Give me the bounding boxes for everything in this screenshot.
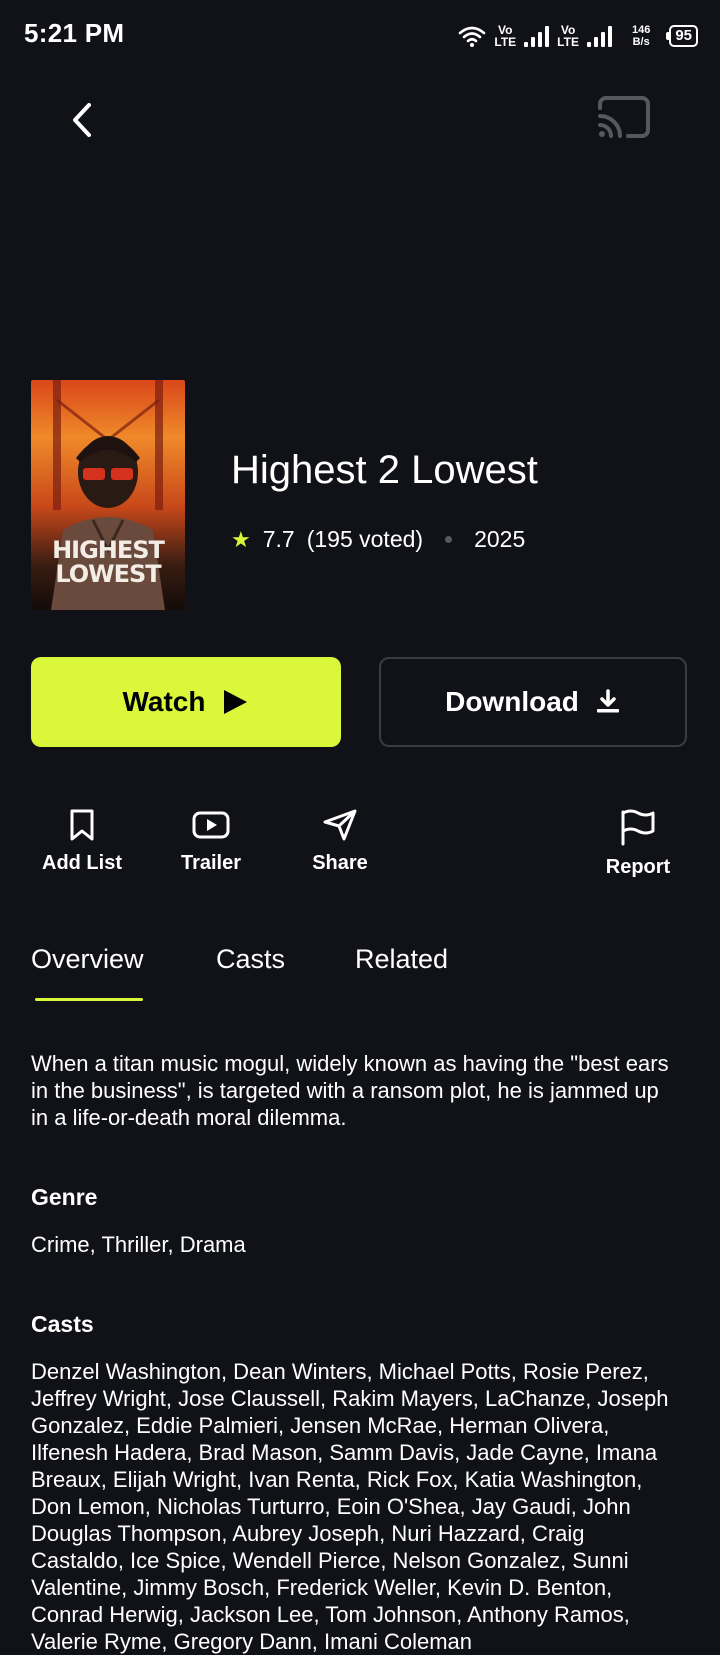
genre-list: Crime, Thriller, Drama (31, 1232, 246, 1257)
network-speed: 146 B/s (631, 24, 651, 48)
tab-casts[interactable]: Casts (216, 944, 285, 975)
movie-description: When a titan music mogul, widely known a… (31, 1051, 669, 1130)
send-icon (323, 809, 357, 841)
tab-active-indicator (35, 998, 143, 1001)
rating-value: 7.7 (262, 526, 295, 552)
volte-indicator-2: Vo LTE (557, 23, 579, 49)
share-label: Share (312, 852, 368, 874)
signal-icon-1 (524, 25, 550, 47)
watch-label: Watch (122, 686, 206, 717)
youtube-icon (192, 811, 230, 839)
casts-heading: Casts (31, 1311, 94, 1337)
cast-button[interactable] (594, 94, 654, 146)
separator-dot (445, 536, 453, 543)
play-icon (224, 690, 248, 714)
casts-list: Denzel Washington, Dean Winters, Michael… (31, 1359, 669, 1654)
signal-icon-2 (586, 25, 612, 47)
movie-meta: ★ 7.7 (195 voted) 2025 (231, 526, 525, 553)
wifi-icon (459, 26, 486, 47)
tab-overview[interactable]: Overview (31, 944, 144, 975)
chevron-left-icon (73, 103, 91, 137)
genre-heading: Genre (31, 1184, 98, 1210)
movie-title: Highest 2 Lowest (231, 448, 538, 492)
status-icons: Vo LTE Vo LTE 146 B/s 95 (458, 20, 698, 52)
download-icon (596, 689, 619, 713)
watch-button[interactable]: Watch (31, 657, 341, 747)
download-button[interactable]: Download (379, 657, 687, 747)
star-icon: ★ (231, 526, 251, 552)
add-list-label: Add List (42, 852, 122, 874)
bookmark-icon (70, 809, 94, 841)
download-label: Download (445, 686, 579, 717)
poster-title: HIGHEST LOWEST (52, 536, 165, 588)
vote-count: (195 voted) (306, 526, 424, 552)
movie-poster: HIGHEST LOWEST (31, 380, 185, 610)
share-button[interactable]: Share (280, 808, 400, 875)
back-button[interactable] (58, 92, 106, 148)
trailer-label: Trailer (180, 852, 242, 874)
battery-icon: 95 (666, 25, 698, 47)
cast-icon (598, 96, 650, 138)
volte-indicator-1: Vo LTE (494, 23, 517, 49)
tab-related[interactable]: Related (355, 944, 448, 975)
release-year: 2025 (474, 526, 526, 552)
status-time: 5:21 PM (24, 18, 125, 48)
add-list-button[interactable]: Add List (22, 808, 142, 875)
report-label: Report (605, 856, 671, 878)
trailer-button[interactable]: Trailer (151, 808, 271, 875)
flag-icon (621, 809, 655, 846)
report-button[interactable]: Report (578, 808, 698, 879)
